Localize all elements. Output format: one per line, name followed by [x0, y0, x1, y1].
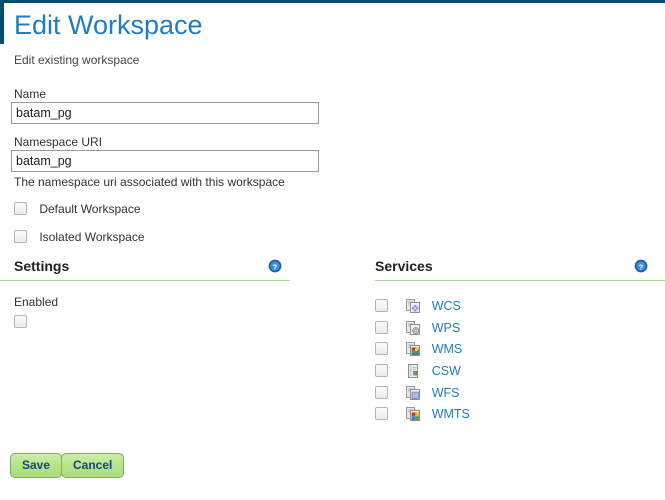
- service-link-wfs[interactable]: WFS: [432, 386, 460, 400]
- help-circle-icon-settings[interactable]: ?: [268, 259, 282, 273]
- wmts-icon: [405, 406, 421, 422]
- service-row-wfs[interactable]: WFS: [375, 383, 459, 401]
- default-workspace-label: Default Workspace: [39, 201, 141, 216]
- service-link-wps[interactable]: WPS: [432, 321, 460, 335]
- services-section-header: Services ?: [375, 258, 665, 281]
- namespace-uri-label: Namespace URI: [14, 135, 103, 149]
- namespace-uri-input[interactable]: [11, 150, 319, 172]
- settings-enabled-checkbox[interactable]: [14, 315, 27, 328]
- settings-section: Settings ? Enabled: [0, 258, 290, 328]
- svg-text:?: ?: [639, 262, 644, 271]
- page-subtitle: Edit existing workspace: [14, 53, 140, 67]
- service-row-wcs[interactable]: WCS: [375, 296, 461, 314]
- name-label: Name: [14, 87, 47, 101]
- page-title: Edit Workspace: [14, 10, 203, 40]
- wfs-icon: [405, 385, 421, 401]
- isolated-workspace-row[interactable]: Isolated Workspace: [14, 228, 145, 244]
- service-checkbox-wcs[interactable]: [375, 299, 388, 313]
- service-row-wps[interactable]: WPS: [375, 318, 460, 336]
- edit-workspace-page: Edit Workspace Edit existing workspace N…: [0, 0, 665, 500]
- cancel-button[interactable]: Cancel: [61, 453, 125, 478]
- service-link-wcs[interactable]: WCS: [432, 299, 461, 313]
- save-button[interactable]: Save: [10, 453, 63, 478]
- default-workspace-checkbox[interactable]: [14, 202, 27, 216]
- services-title: Services: [375, 258, 433, 274]
- svg-text:?: ?: [273, 262, 278, 271]
- service-checkbox-wfs[interactable]: [375, 386, 388, 400]
- settings-title: Settings: [14, 258, 70, 274]
- wps-icon: [405, 320, 421, 336]
- service-link-wmts[interactable]: WMTS: [432, 407, 470, 421]
- isolated-workspace-label: Isolated Workspace: [39, 229, 145, 244]
- name-input[interactable]: [11, 102, 319, 124]
- services-section: Services ? WCS WPS WMS CSW WFS WMTS: [375, 258, 665, 421]
- csw-icon: [405, 363, 421, 379]
- wms-icon: [405, 341, 421, 357]
- service-checkbox-wmts[interactable]: [375, 407, 388, 421]
- service-link-wms[interactable]: WMS: [432, 342, 463, 356]
- help-circle-icon-services[interactable]: ?: [634, 259, 648, 273]
- service-row-wms[interactable]: WMS: [375, 339, 462, 357]
- service-checkbox-csw[interactable]: [375, 364, 388, 378]
- service-row-csw[interactable]: CSW: [375, 361, 461, 379]
- wcs-icon: [405, 298, 421, 314]
- settings-section-header: Settings ?: [0, 258, 290, 281]
- namespace-uri-hint: The namespace uri associated with this w…: [14, 175, 285, 189]
- service-checkbox-wps[interactable]: [375, 321, 388, 335]
- default-workspace-row[interactable]: Default Workspace: [14, 200, 141, 216]
- service-row-wmts[interactable]: WMTS: [375, 404, 470, 422]
- isolated-workspace-checkbox[interactable]: [14, 230, 27, 244]
- service-checkbox-wms[interactable]: [375, 342, 388, 356]
- service-link-csw[interactable]: CSW: [432, 364, 461, 378]
- enabled-label: Enabled: [14, 295, 59, 309]
